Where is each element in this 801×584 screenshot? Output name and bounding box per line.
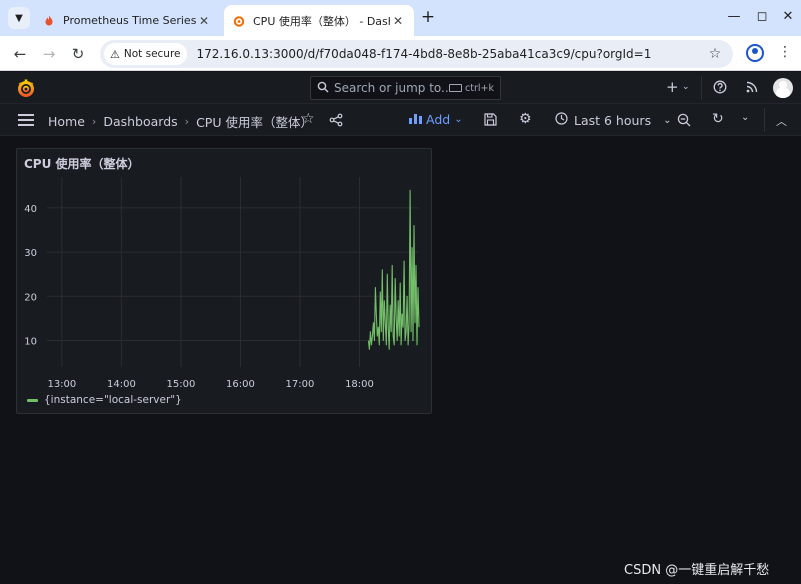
browser-toolbar: ← → ↻ ⚠ Not secure 172.16.0.13:3000/d/f7… xyxy=(0,36,801,71)
dashboard-nav-bar: Home › Dashboards › CPU 使用率（整体） ☆ Add ⌄ … xyxy=(0,104,801,136)
breadcrumb-home[interactable]: Home xyxy=(48,114,85,129)
reload-icon[interactable]: ↻ xyxy=(68,44,88,64)
x-tick-label: 18:00 xyxy=(345,379,374,390)
close-window-icon[interactable]: ✕ xyxy=(779,9,797,24)
x-tick-label: 16:00 xyxy=(226,379,255,390)
x-tick-label: 15:00 xyxy=(167,379,196,390)
breadcrumb-current: CPU 使用率（整体） xyxy=(196,115,313,130)
grafana-home-logo-icon[interactable] xyxy=(16,78,36,98)
bookmark-star-icon[interactable]: ☆ xyxy=(705,46,725,62)
maximize-icon[interactable]: ◻ xyxy=(753,9,771,24)
minimize-icon[interactable]: — xyxy=(725,9,743,24)
watermark: CSDN @一键重启解千愁 xyxy=(624,563,770,578)
y-tick-label: 20 xyxy=(24,292,37,303)
forward-arrow-icon[interactable]: → xyxy=(39,44,59,64)
grafana-logo-icon xyxy=(232,14,246,28)
chevron-down-icon[interactable]: ⌄ xyxy=(741,112,749,123)
series-line xyxy=(367,189,420,350)
legend-label: {instance="local-server"} xyxy=(44,394,182,406)
chart-legend[interactable]: {instance="local-server"} xyxy=(27,394,182,406)
tab-search-chevron-icon[interactable]: ▼ xyxy=(8,7,30,29)
news-feed-icon[interactable] xyxy=(745,80,759,98)
tab-title: Prometheus Time Series Col xyxy=(63,14,196,27)
breadcrumb-dashboards[interactable]: Dashboards xyxy=(103,114,177,129)
chevron-right-icon: › xyxy=(184,115,190,128)
y-tick-label: 40 xyxy=(24,204,37,215)
chevron-down-icon: ⌄ xyxy=(663,114,672,126)
browser-tab-dashboard[interactable]: CPU 使用率（整体） - Dashb ✕ xyxy=(224,5,414,36)
chevron-down-icon: ⌄ xyxy=(454,114,463,125)
new-tab-plus-icon[interactable]: + xyxy=(418,8,438,28)
bar-chart-icon xyxy=(409,113,422,127)
legend-swatch xyxy=(27,398,38,402)
x-tick-label: 17:00 xyxy=(286,379,315,390)
settings-gear-icon[interactable]: ⚙ xyxy=(519,111,532,127)
divider xyxy=(701,76,702,100)
y-tick-label: 30 xyxy=(24,248,37,259)
close-tab-icon[interactable]: ✕ xyxy=(196,14,212,28)
cpu-usage-panel[interactable]: CPU 使用率（整体） 10 20 30 40 13:00 14:00 15:00 16:00… xyxy=(16,148,432,414)
close-tab-icon[interactable]: ✕ xyxy=(390,14,406,28)
keyboard-icon xyxy=(449,84,463,92)
security-chip[interactable]: ⚠ Not secure xyxy=(104,43,187,65)
zoom-out-icon[interactable] xyxy=(677,113,691,131)
clock-icon xyxy=(555,112,568,128)
tab-title: CPU 使用率（整体） - Dashb xyxy=(253,14,390,28)
star-favorite-icon[interactable]: ☆ xyxy=(302,111,315,127)
menu-hamburger-icon[interactable] xyxy=(18,114,34,126)
back-arrow-icon[interactable]: ← xyxy=(10,44,30,64)
search-shortcut: ctrl+k xyxy=(449,83,494,94)
grafana-top-bar: Search or jump to... ctrl+k + ⌄ xyxy=(0,72,801,104)
save-icon[interactable] xyxy=(484,113,497,130)
search-bar[interactable]: Search or jump to... ctrl+k xyxy=(310,76,501,100)
y-tick-label: 10 xyxy=(24,336,37,347)
divider xyxy=(764,108,765,132)
help-icon[interactable] xyxy=(713,80,727,98)
refresh-icon[interactable]: ↻ xyxy=(712,111,724,127)
share-icon[interactable] xyxy=(329,113,343,131)
kebab-menu-icon[interactable]: ⋮ xyxy=(778,44,792,60)
browser-tab-strip: ▼ Prometheus Time Series Col ✕ CPU 使用率（整… xyxy=(0,0,801,36)
x-tick-label: 13:00 xyxy=(47,379,76,390)
warning-triangle-icon: ⚠ xyxy=(110,47,120,61)
search-icon xyxy=(317,81,329,96)
add-label: Add xyxy=(426,112,451,127)
security-label: Not secure xyxy=(123,48,181,60)
search-placeholder: Search or jump to... xyxy=(334,81,450,95)
url-text[interactable]: 172.16.0.13:3000/d/f70da048-f174-4bd8-8e… xyxy=(197,47,705,61)
time-range-label: Last 6 hours xyxy=(574,112,652,128)
add-button[interactable]: Add ⌄ xyxy=(409,112,463,127)
browser-tab-prometheus[interactable]: Prometheus Time Series Col ✕ xyxy=(34,5,220,36)
prometheus-flame-icon xyxy=(42,14,56,28)
new-plus-icon[interactable]: + xyxy=(666,78,679,96)
chevron-up-icon[interactable]: ︿ xyxy=(776,113,787,129)
breadcrumb: Home › Dashboards › CPU 使用率（整体） xyxy=(48,112,313,131)
profile-icon[interactable] xyxy=(746,44,764,62)
shortcut-label: ctrl+k xyxy=(465,82,494,94)
x-tick-label: 14:00 xyxy=(107,379,136,390)
user-avatar[interactable] xyxy=(773,78,793,98)
address-bar[interactable]: ⚠ Not secure 172.16.0.13:3000/d/f70da048… xyxy=(100,40,733,68)
chevron-right-icon: › xyxy=(91,115,97,128)
chevron-down-icon[interactable]: ⌄ xyxy=(682,82,690,92)
time-range-picker[interactable]: Last 6 hours ⌄ xyxy=(555,112,671,128)
time-series-chart[interactable]: 10 20 30 40 13:00 14:00 15:00 16:00 17:00 18:00 xyxy=(17,149,433,415)
